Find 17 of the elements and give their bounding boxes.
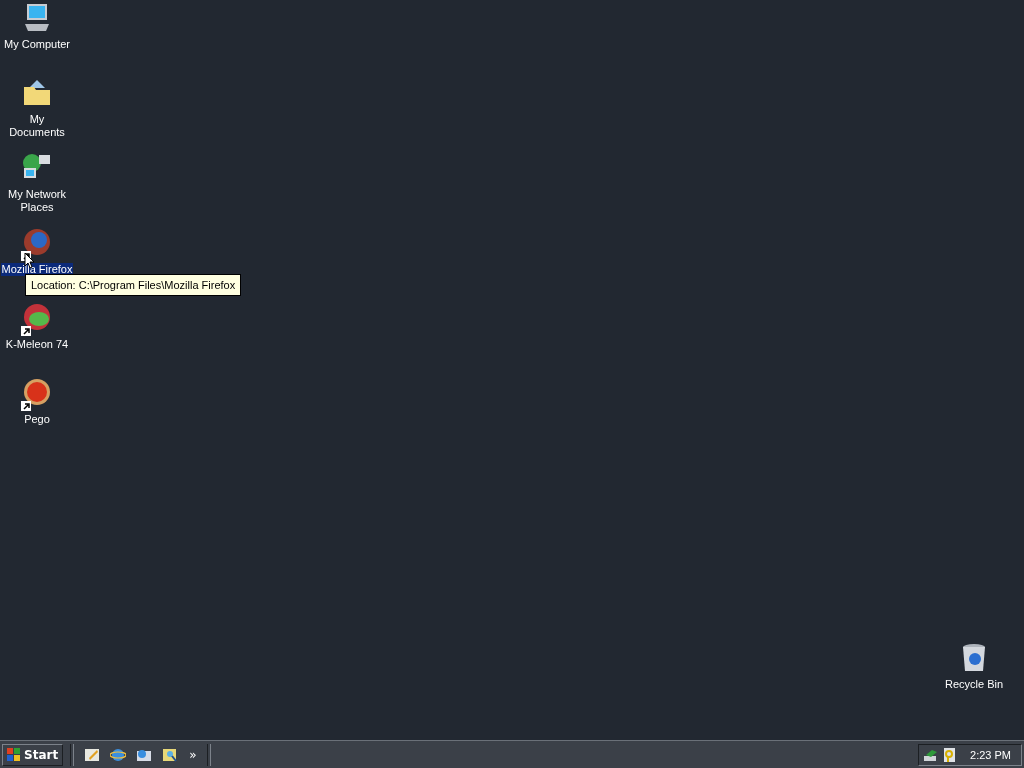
key-icon — [941, 746, 957, 763]
desktop-icon — [84, 746, 101, 763]
clock: 2:23 PM — [970, 748, 1011, 761]
shortcut-arrow-icon — [21, 326, 31, 336]
tooltip: Location: C:\Program Files\Mozilla Firefox — [25, 274, 242, 296]
icon-label[interactable]: My Computer — [3, 38, 71, 51]
icon-label[interactable]: Recycle Bin — [943, 678, 1005, 691]
search-icon — [162, 746, 179, 763]
more-button[interactable]: » — [185, 747, 201, 762]
browser-icon — [110, 746, 127, 763]
icon-label[interactable]: My Documents — [0, 113, 74, 139]
shortcut-arrow-icon — [21, 401, 31, 411]
start-button[interactable]: Start — [2, 743, 64, 766]
icon-label[interactable]: Pego — [23, 413, 51, 426]
icon-label[interactable]: My Network Places — [0, 188, 74, 214]
icon-label[interactable]: K-Meleon 74 — [4, 338, 70, 351]
windows-logo-icon — [7, 747, 21, 762]
